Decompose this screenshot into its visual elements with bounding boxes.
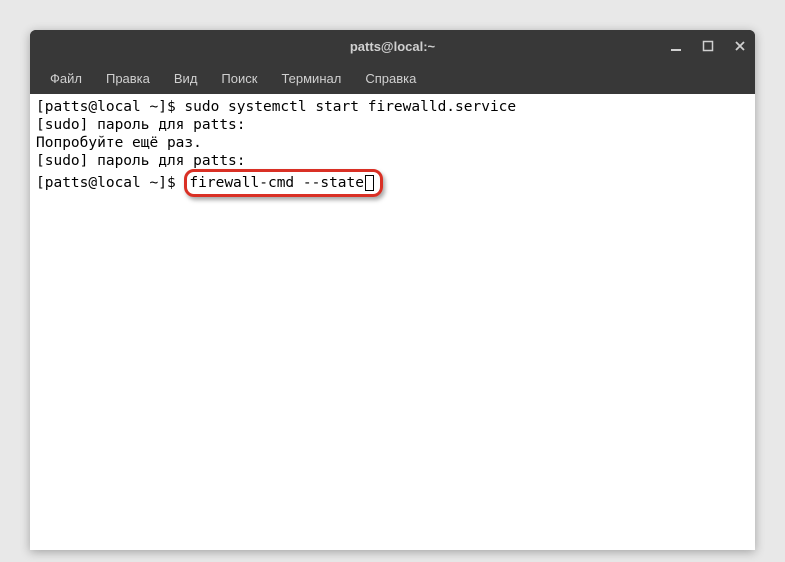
menu-search[interactable]: Поиск [211, 67, 267, 90]
terminal-line: Попробуйте ещё раз. [36, 134, 749, 152]
highlighted-command: firewall-cmd --state [184, 169, 383, 197]
menu-terminal[interactable]: Терминал [271, 67, 351, 90]
maximize-icon [702, 40, 714, 52]
minimize-button[interactable] [669, 39, 683, 53]
terminal-line: [patts@local ~]$ sudo systemctl start fi… [36, 98, 749, 116]
menu-view[interactable]: Вид [164, 67, 208, 90]
menu-help[interactable]: Справка [355, 67, 426, 90]
menu-edit[interactable]: Правка [96, 67, 160, 90]
terminal-line: [patts@local ~]$ firewall-cmd --state [36, 171, 749, 195]
close-icon [734, 40, 746, 52]
terminal-window: patts@local:~ Файл Правка Вид Поиск Терм… [30, 30, 755, 550]
menu-file[interactable]: Файл [40, 67, 92, 90]
window-title: patts@local:~ [350, 39, 435, 54]
terminal-output[interactable]: [patts@local ~]$ sudo systemctl start fi… [30, 94, 755, 550]
prompt: [patts@local ~]$ [36, 175, 184, 191]
minimize-icon [670, 40, 682, 52]
titlebar: patts@local:~ [30, 30, 755, 62]
window-controls [669, 39, 747, 53]
terminal-line: [sudo] пароль для patts: [36, 152, 749, 170]
close-button[interactable] [733, 39, 747, 53]
maximize-button[interactable] [701, 39, 715, 53]
menubar: Файл Правка Вид Поиск Терминал Справка [30, 62, 755, 94]
command-text: firewall-cmd --state [189, 175, 364, 191]
cursor-icon [365, 175, 374, 191]
terminal-line: [sudo] пароль для patts: [36, 116, 749, 134]
